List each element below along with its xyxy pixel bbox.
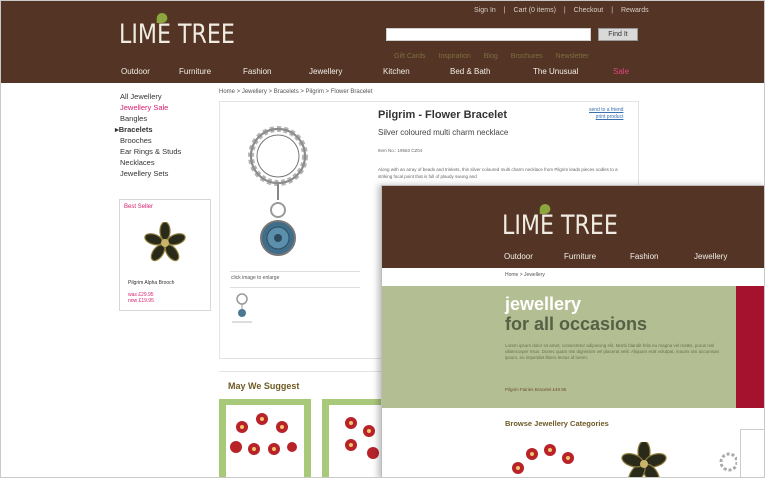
best-seller-price: was £29.95 now £19.95 xyxy=(128,292,154,304)
product-item-number: Item No.: 19563 CZ04 xyxy=(378,148,423,153)
product-title: Pilgrim - Flower Bracelet xyxy=(378,109,507,121)
secondary-links: Gift Cards Inspiration Blog Brochures Ne… xyxy=(394,53,600,60)
blog-link[interactable]: Blog xyxy=(484,53,498,60)
cart-link[interactable]: Cart (0 items) xyxy=(514,7,556,14)
nav-jewellery[interactable]: Jewellery xyxy=(694,252,727,261)
breadcrumb[interactable]: Home > Jewellery > Bracelets > Pilgrim >… xyxy=(219,89,372,95)
nav-outdoor[interactable]: Outdoor xyxy=(504,252,533,261)
hero-accent-block xyxy=(736,286,764,408)
sidebar-item-all-jewellery[interactable]: All Jewellery xyxy=(120,91,215,102)
checkout-link[interactable]: Checkout xyxy=(574,7,604,14)
find-it-button[interactable]: Find It xyxy=(598,28,638,41)
top-links: Sign In | Cart (0 items) | Checkout | Re… xyxy=(471,7,652,14)
product-thumbnail[interactable] xyxy=(230,291,254,325)
red-flower-bracelet-image xyxy=(230,413,297,455)
suggestion-card[interactable] xyxy=(219,399,311,477)
send-to-friend-link[interactable]: send to a friend xyxy=(589,107,623,114)
best-seller-title: Best Seller xyxy=(124,204,154,210)
category-page-preview: LIME TREE Outdoor Furniture Fashion Jewe… xyxy=(381,185,764,478)
rewards-link[interactable]: Rewards xyxy=(621,7,649,14)
nav-furniture[interactable]: Furniture xyxy=(564,252,596,261)
hero-subheading: for all occasions xyxy=(505,314,648,334)
search-input[interactable] xyxy=(386,28,591,41)
print-product-link[interactable]: print product xyxy=(589,114,624,121)
nav-furniture[interactable]: Furniture xyxy=(179,67,211,76)
category-sidebar: All Jewellery Jewellery Sale Bangles ▸Br… xyxy=(115,91,215,179)
separator: | xyxy=(563,7,566,14)
sidebar-item-jewellery-sets[interactable]: Jewellery Sets xyxy=(120,168,215,179)
product-subtitle: Silver coloured multi charm necklace xyxy=(378,128,509,137)
site-header: LIME TREE Sign In | Cart (0 items) | Che… xyxy=(1,1,764,83)
browse-categories-heading: Browse Jewellery Categories xyxy=(505,419,609,428)
inspiration-link[interactable]: Inspiration xyxy=(438,53,470,60)
nav-outdoor[interactable]: Outdoor xyxy=(121,67,150,76)
sidebar-item-bracelets[interactable]: ▸Bracelets xyxy=(115,124,215,135)
click-to-enlarge-hint: click image to enlarge xyxy=(231,275,280,281)
product-description: Along with an array of beads and trinket… xyxy=(378,167,618,179)
nav-jewellery[interactable]: Jewellery xyxy=(309,67,342,76)
sidebar-item-brooches[interactable]: Brooches xyxy=(120,135,215,146)
newsletter-link[interactable]: Newsletter xyxy=(556,53,589,60)
preview-header: LIME TREE Outdoor Furniture Fashion Jewe… xyxy=(382,186,764,268)
divider xyxy=(230,287,360,288)
logo[interactable]: LIME TREE xyxy=(119,13,235,50)
sidebar-item-necklaces[interactable]: Necklaces xyxy=(120,157,215,168)
preview-breadcrumb[interactable]: Home > Jewellery xyxy=(505,272,545,278)
nav-bed-bath[interactable]: Bed & Bath xyxy=(450,67,490,76)
suggestion-card-body xyxy=(226,405,304,477)
sidebar-item-bangles[interactable]: Bangles xyxy=(120,113,215,124)
hero-promo-link[interactable]: Pilgrim Fairies Bracelet £49.95 xyxy=(505,387,566,392)
nav-kitchen[interactable]: Kitchen xyxy=(383,67,410,76)
logo-text: LIME TREE xyxy=(502,210,618,241)
brochures-link[interactable]: Brochures xyxy=(511,53,543,60)
separator: | xyxy=(503,7,506,14)
best-seller-name[interactable]: Pilgrim Alpha Brooch xyxy=(128,280,174,286)
sidebar-item-label: Bracelets xyxy=(118,125,153,134)
bracelet-image[interactable] xyxy=(233,118,323,268)
hero-banner[interactable]: jewellery for all occasions Lorem ipsum … xyxy=(382,286,764,408)
sign-in-link[interactable]: Sign In xyxy=(474,7,496,14)
sidebar-item-jewellery-sale[interactable]: Jewellery Sale xyxy=(120,102,215,113)
leaf-icon xyxy=(539,204,551,214)
price-now: now £19.95 xyxy=(128,298,154,304)
silver-bracelet-image[interactable] xyxy=(717,448,737,478)
flower-brooch-image[interactable] xyxy=(620,442,668,478)
flower-brooch-image[interactable] xyxy=(144,222,186,264)
hero-heading: jewellery xyxy=(505,294,582,314)
hero-body-text: Lorem ipsum dolor sit amet, consectetur … xyxy=(505,343,720,360)
main-nav: Outdoor Furniture Fashion Jewellery Kitc… xyxy=(1,67,764,81)
logo-text: LIME TREE xyxy=(119,19,235,50)
nav-fashion[interactable]: Fashion xyxy=(243,67,271,76)
leaf-icon xyxy=(156,13,168,23)
divider xyxy=(230,271,360,272)
preview-logo[interactable]: LIME TREE xyxy=(502,204,618,241)
nav-sale[interactable]: Sale xyxy=(613,67,629,76)
nav-the-unusual[interactable]: The Unusual xyxy=(533,67,578,76)
sidebar-item-ear-rings[interactable]: Ear Rings & Studs xyxy=(120,146,215,157)
gift-cards-link[interactable]: Gift Cards xyxy=(394,53,426,60)
separator: | xyxy=(611,7,614,14)
nav-fashion[interactable]: Fashion xyxy=(630,252,658,261)
red-flower-bracelet-image[interactable] xyxy=(510,438,580,478)
product-action-links: send to a friend print product xyxy=(589,107,623,121)
best-seller-box[interactable]: Best Seller Pilgrim Alpha Brooch was £29… xyxy=(119,199,211,311)
suggestions-heading: May We Suggest xyxy=(228,381,300,391)
website-mockup-page: LIME TREE Sign In | Cart (0 items) | Che… xyxy=(0,0,765,478)
preview-nav: Outdoor Furniture Fashion Jewellery xyxy=(382,252,764,264)
preview-side-panel xyxy=(740,429,764,477)
